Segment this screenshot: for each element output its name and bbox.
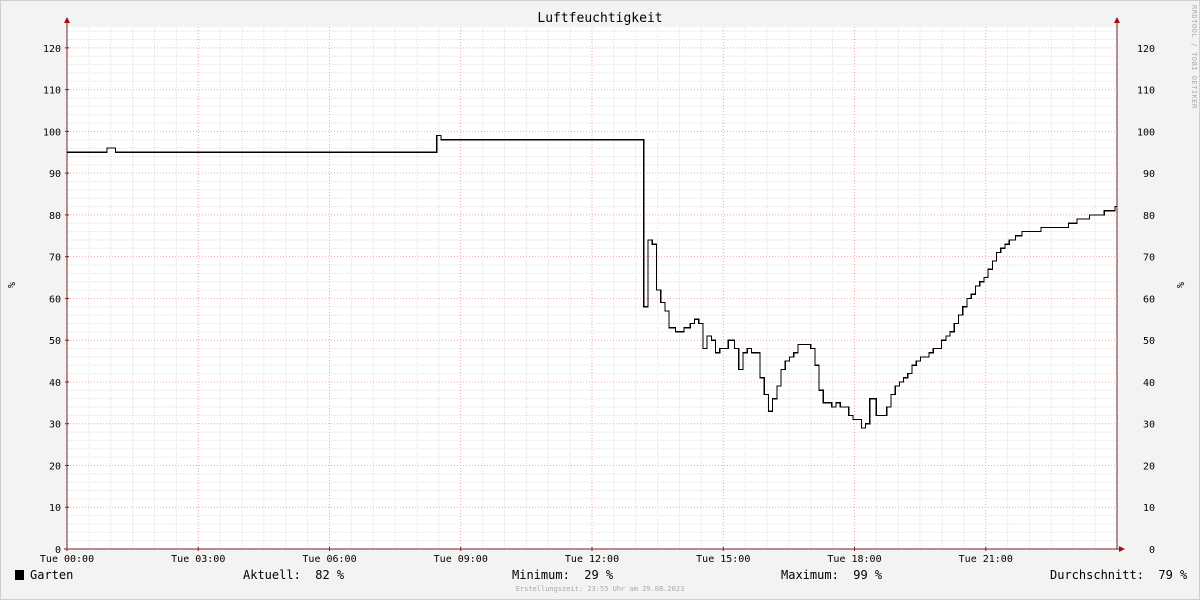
y-tick-label-left: 110 — [43, 86, 61, 97]
y-tick-label-left: 20 — [49, 461, 61, 472]
y-tick-label-right: 0 — [1149, 545, 1155, 556]
grid-layer — [66, 27, 1117, 550]
y-tick-label-left: 50 — [49, 336, 61, 347]
legend-average: Durchschnitt: 79 % — [1050, 568, 1188, 582]
legend-maximum: Maximum: 99 % — [781, 568, 883, 582]
x-tick-label: Tue 15:00 — [696, 554, 750, 565]
x-axis-arrow — [1119, 546, 1125, 552]
x-tick-label: Tue 21:00 — [959, 554, 1013, 565]
legend-series-name: Garten — [30, 568, 74, 582]
y-tick-label-left: 30 — [49, 420, 61, 431]
x-tick-label: Tue 09:00 — [434, 554, 488, 565]
y-tick-label-left: 80 — [49, 211, 61, 222]
legend-swatch — [15, 570, 24, 580]
y-tick-label-right: 30 — [1143, 420, 1155, 431]
x-tick-label: Tue 18:00 — [827, 554, 881, 565]
y-tick-label-right: 80 — [1143, 211, 1155, 222]
y-tick-label-right: 100 — [1137, 127, 1155, 138]
x-tick-label: Tue 06:00 — [302, 554, 356, 565]
y-tick-label-right: 50 — [1143, 336, 1155, 347]
left-axis-arrow — [64, 17, 70, 23]
y-tick-label-right: 70 — [1143, 253, 1155, 264]
creation-time: Erstellungszeit: 23:55 Uhr am 29.08.2023 — [515, 585, 685, 593]
x-tick-label: Tue 12:00 — [565, 554, 619, 565]
x-tick-label: Tue 00:00 — [40, 554, 94, 565]
y-tick-label-right: 10 — [1143, 503, 1155, 514]
y-tick-label-left: 60 — [49, 294, 61, 305]
y-tick-label-left: 120 — [43, 44, 61, 55]
y-tick-label-left: 90 — [49, 169, 61, 180]
y-tick-label-right: 60 — [1143, 294, 1155, 305]
y-tick-label-left: 40 — [49, 378, 61, 389]
y-tick-label-left: 100 — [43, 127, 61, 138]
legend: Garten Aktuell: 82 % Minimum: 29 % Maxim… — [0, 568, 1200, 584]
y-tick-label-right: 90 — [1143, 169, 1155, 180]
y-tick-label-right: 120 — [1137, 44, 1155, 55]
y-tick-label-right: 40 — [1143, 378, 1155, 389]
humidity-chart: 0 010 1020 2030 3040 4050 5060 6070 7080 8090 9010… — [40, 17, 1155, 565]
y-tick-label-left: 70 — [49, 253, 61, 264]
x-tick-label: Tue 03:00 — [171, 554, 225, 565]
y-tick-label-right: 20 — [1143, 461, 1155, 472]
legend-current: Aktuell: 82 % — [243, 568, 345, 582]
y-tick-label-left: 10 — [49, 503, 61, 514]
right-axis-arrow — [1114, 17, 1120, 23]
y-tick-label-right: 110 — [1137, 86, 1155, 97]
legend-minimum: Minimum: 29 % — [512, 568, 614, 582]
